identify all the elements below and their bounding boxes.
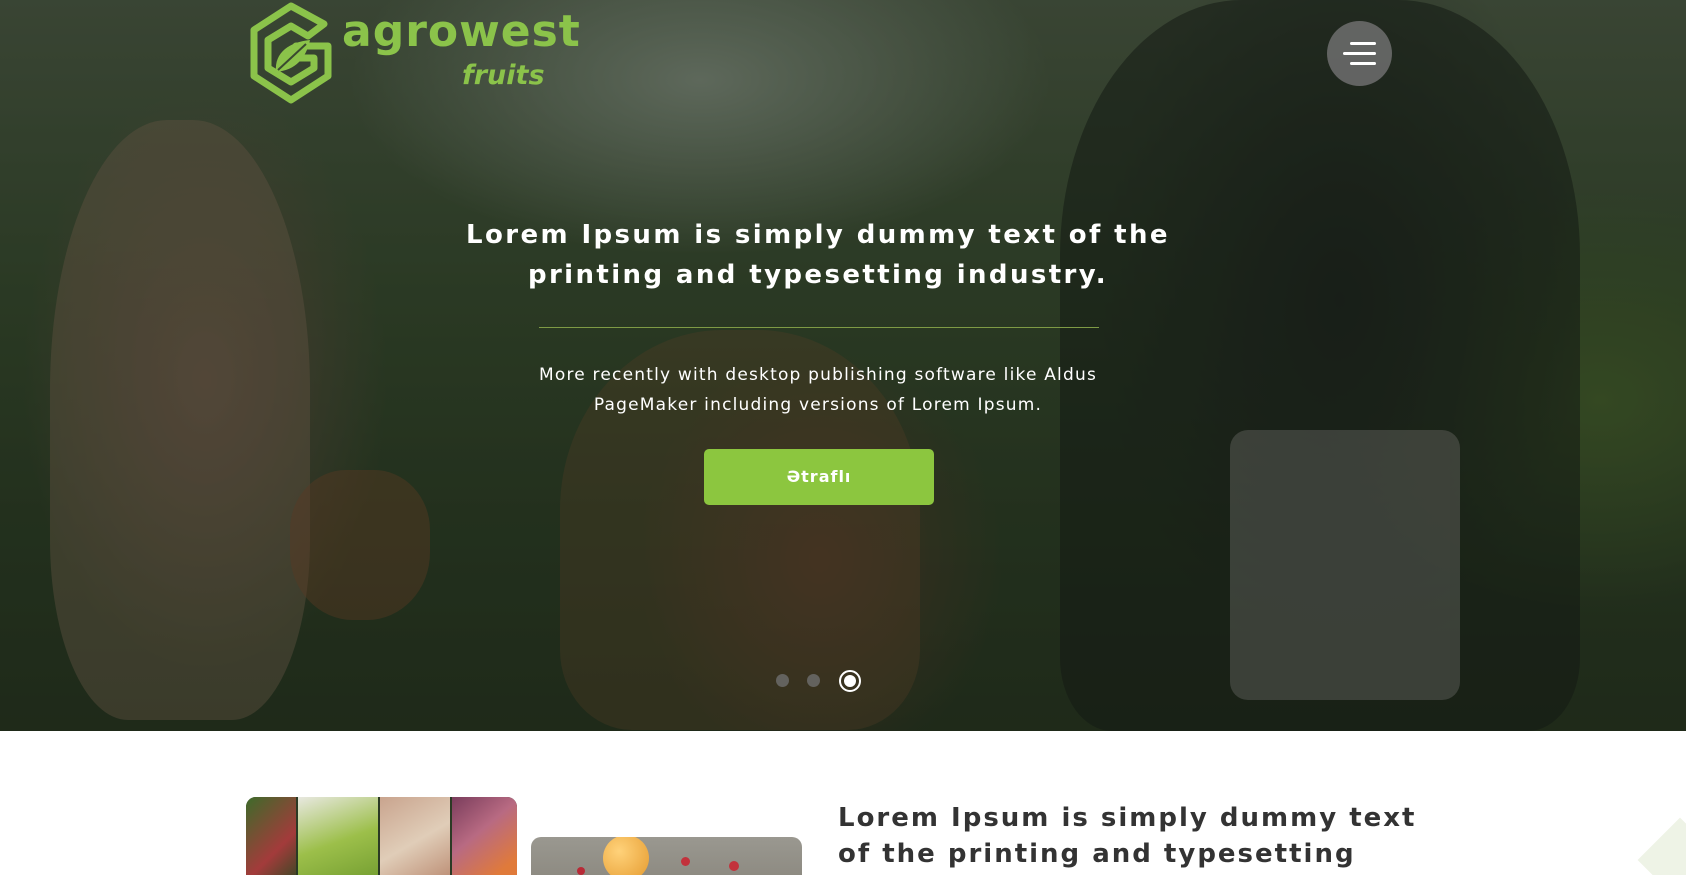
menu-button[interactable] (1327, 21, 1392, 86)
hero-slider: agrowest fruits Lorem Ipsum is simply du… (0, 0, 1686, 731)
slider-dot-3-active[interactable] (839, 670, 861, 692)
leaf-g-logo-icon (250, 2, 332, 104)
product-photo-fruits (531, 837, 802, 875)
decorative-shape (1637, 817, 1686, 875)
hero-description: More recently with desktop publishing so… (539, 365, 1097, 415)
slider-dot-1[interactable] (776, 674, 789, 687)
slider-pagination (776, 668, 876, 692)
logo-subtitle: fruits (462, 60, 545, 91)
logo-name: agrowest (342, 6, 581, 57)
product-photo-vegetables (246, 797, 517, 875)
section-title: Lorem Ipsum is simply dummy text of the … (838, 803, 1417, 869)
hero-title: Lorem Ipsum is simply dummy text of the … (466, 220, 1170, 290)
site-logo[interactable]: agrowest fruits (246, 2, 580, 104)
hamburger-menu-icon (1350, 62, 1376, 65)
hamburger-menu-icon (1350, 42, 1376, 45)
hero-divider (539, 327, 1099, 328)
hamburger-menu-icon (1343, 52, 1376, 55)
slider-dot-2[interactable] (807, 674, 820, 687)
more-info-button[interactable]: Ətraflı (704, 449, 934, 505)
